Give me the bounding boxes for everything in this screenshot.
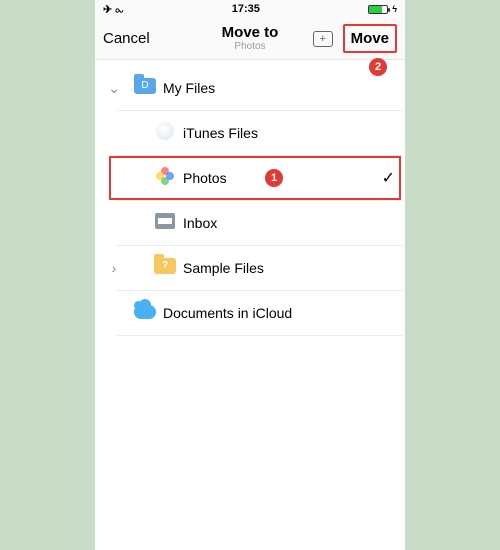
move-button[interactable]: Move: [343, 24, 397, 53]
folder-list: ⌄ D My Files iTunes Files Photos 1 ✓ Inb…: [95, 60, 405, 336]
row-label: Inbox: [183, 215, 217, 231]
row-label: Sample Files: [183, 260, 264, 276]
row-itunes-files[interactable]: iTunes Files: [95, 111, 405, 155]
airplane-icon: ✈: [103, 4, 112, 16]
row-my-files[interactable]: ⌄ D My Files: [95, 66, 405, 110]
status-time: 17:35: [232, 3, 260, 15]
row-label: Photos: [183, 170, 227, 186]
charging-icon: ϟ: [392, 4, 397, 14]
wifi-icon: ⧜: [115, 5, 123, 16]
separator: [117, 335, 403, 336]
row-icloud[interactable]: Documents in iCloud: [95, 291, 405, 335]
folder-icon: D: [127, 78, 163, 99]
row-inbox[interactable]: Inbox: [95, 201, 405, 245]
row-sample-files[interactable]: › ? Sample Files: [95, 246, 405, 290]
phone-screen: ✈ ⧜ 17:35 ϟ Cancel Move to Photos + Move…: [95, 0, 405, 550]
chevron-right-icon[interactable]: ›: [101, 260, 127, 276]
status-bar: ✈ ⧜ 17:35 ϟ: [95, 0, 405, 18]
inbox-icon: [147, 213, 183, 234]
cancel-button[interactable]: Cancel: [103, 30, 150, 47]
cloud-icon: [127, 303, 163, 324]
row-label: Documents in iCloud: [163, 305, 292, 321]
itunes-icon: [147, 122, 183, 145]
photos-icon: [147, 167, 183, 190]
new-folder-icon[interactable]: +: [313, 31, 333, 47]
battery-icon: [368, 5, 388, 14]
folder-icon: ?: [147, 258, 183, 279]
annotation-badge-1: 1: [265, 169, 283, 187]
chevron-down-icon[interactable]: ⌄: [101, 80, 127, 97]
status-right: ϟ: [368, 4, 397, 14]
checkmark-icon: ✓: [382, 168, 395, 188]
row-photos[interactable]: Photos 1 ✓: [95, 156, 405, 200]
row-label: My Files: [163, 80, 215, 96]
nav-bar: Cancel Move to Photos + Move 2: [95, 18, 405, 60]
row-label: iTunes Files: [183, 125, 258, 141]
status-left: ✈ ⧜: [103, 3, 123, 16]
